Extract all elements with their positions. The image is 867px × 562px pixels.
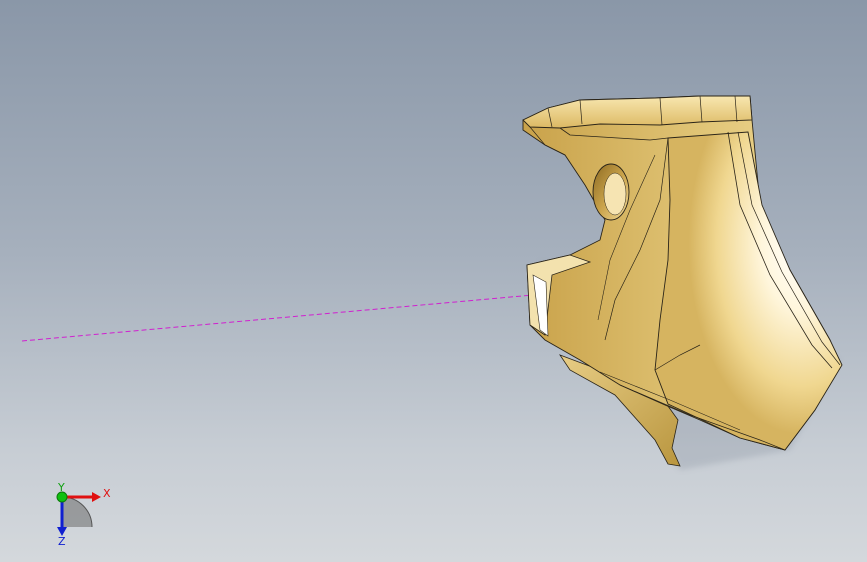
graphics-viewport[interactable]: X Y Z: [0, 0, 867, 562]
model-scene[interactable]: X Y Z: [0, 0, 867, 562]
z-axis-label: Z: [58, 535, 66, 548]
part-curved-face[interactable]: [654, 131, 843, 451]
part-model[interactable]: [522, 95, 843, 470]
x-axis-arrow-icon: [92, 492, 101, 502]
coordinate-triad: X Y Z: [56, 481, 111, 548]
y-axis-label: Y: [57, 481, 65, 494]
sketch-dashed-line[interactable]: [21, 294, 534, 342]
x-axis-label: X: [103, 487, 111, 500]
